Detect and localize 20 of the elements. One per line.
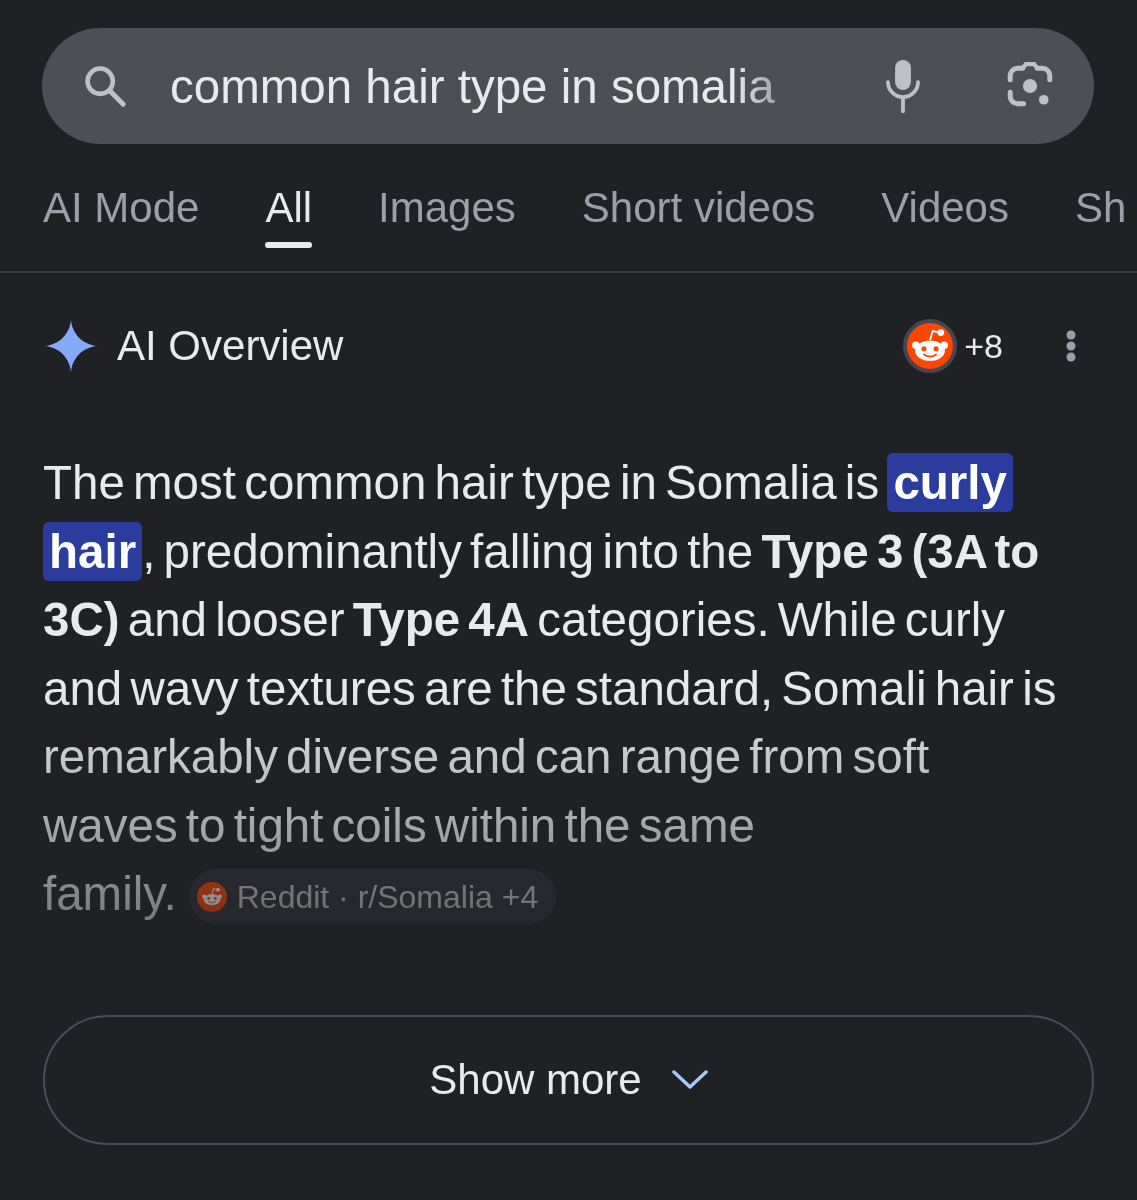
search-input[interactable]: common hair type in somalia [170,56,790,116]
overview-title: AI Overview [117,321,344,371]
search-tab[interactable]: AI Mode [43,184,200,248]
source-chip[interactable]: Reddit · r/Somalia +4 [188,869,557,926]
search-icon [82,63,128,109]
search-tab[interactable]: Sh [1075,184,1127,248]
search-tab[interactable]: Images [378,184,516,248]
answer-text: The most common hair type in Somalia is curly hair, predominantly falling into the Type 3 (3A to 3C) and looser Type 4A categories. While curly and wavy textures are the standard, Somali hair is remarkably diverse and can range from soft waves to tight coils within the same family. Reddit · r/Somalia +4 [43,449,1068,929]
search-tab[interactable]: Videos [881,184,1009,248]
microphone-icon[interactable] [884,58,922,114]
chevron-down-icon [671,1069,708,1090]
search-tab[interactable]: Short videos [581,184,816,248]
alien-avatar-icon [196,882,227,913]
sparkle-icon [45,320,97,372]
show-more-button[interactable]: Show more [43,1014,1094,1145]
search-tab[interactable]: All [265,184,313,248]
search-bar[interactable]: common hair type in somalia [42,28,1094,144]
alien-avatar-icon [903,319,958,373]
sources-button[interactable]: +8 [903,319,1003,373]
more-options-icon[interactable] [1066,330,1076,362]
